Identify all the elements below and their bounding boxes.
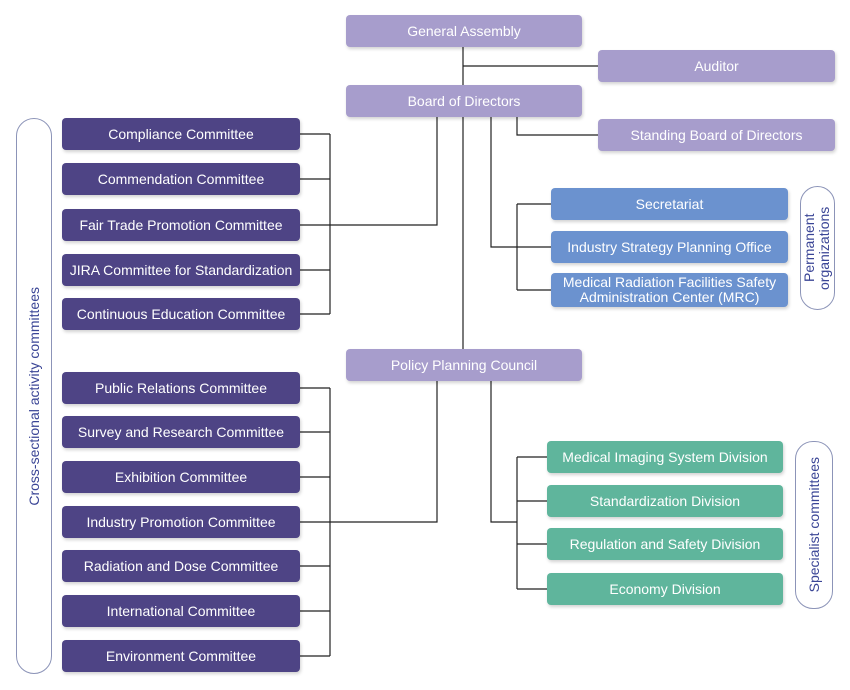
committee-box: Environment Committee bbox=[62, 640, 300, 672]
committee-box: JIRA Committee for Standardization bbox=[62, 254, 300, 286]
permanent-organizations-label: Permanent organizations bbox=[800, 186, 835, 310]
committee-box: Public Relations Committee bbox=[62, 372, 300, 404]
committee-box: Exhibition Committee bbox=[62, 461, 300, 493]
specialist-label-text: Specialist committees bbox=[805, 457, 822, 593]
committee-box: Radiation and Dose Committee bbox=[62, 550, 300, 582]
strategy-office-box: Industry Strategy Planning Office bbox=[551, 231, 788, 263]
cross-sectional-label: Cross-sectional activity committees bbox=[16, 118, 52, 674]
general-assembly-box: General Assembly bbox=[346, 15, 582, 47]
committee-box: Compliance Committee bbox=[62, 118, 300, 150]
committee-box: Continuous Education Committee bbox=[62, 298, 300, 330]
committee-box: Industry Promotion Committee bbox=[62, 506, 300, 538]
division-box: Medical Imaging System Division bbox=[547, 441, 783, 473]
mrc-box: Medical Radiation Facilities Safety Admi… bbox=[551, 273, 788, 307]
auditor-box: Auditor bbox=[598, 50, 835, 82]
policy-planning-council-box: Policy Planning Council bbox=[346, 349, 582, 381]
committee-box: Survey and Research Committee bbox=[62, 416, 300, 448]
permanent-label-text: Permanent organizations bbox=[800, 206, 832, 290]
specialist-committees-label: Specialist committees bbox=[795, 441, 833, 609]
division-box: Regulation and Safety Division bbox=[547, 528, 783, 560]
division-box: Standardization Division bbox=[547, 485, 783, 517]
committee-box: Commendation Committee bbox=[62, 163, 300, 195]
committee-box: International Committee bbox=[62, 595, 300, 627]
standing-board-box: Standing Board of Directors bbox=[598, 119, 835, 151]
secretariat-box: Secretariat bbox=[551, 188, 788, 220]
cross-sectional-label-text: Cross-sectional activity committees bbox=[25, 286, 42, 506]
division-box: Economy Division bbox=[547, 573, 783, 605]
committee-box: Fair Trade Promotion Committee bbox=[62, 209, 300, 241]
board-of-directors-box: Board of Directors bbox=[346, 85, 582, 117]
